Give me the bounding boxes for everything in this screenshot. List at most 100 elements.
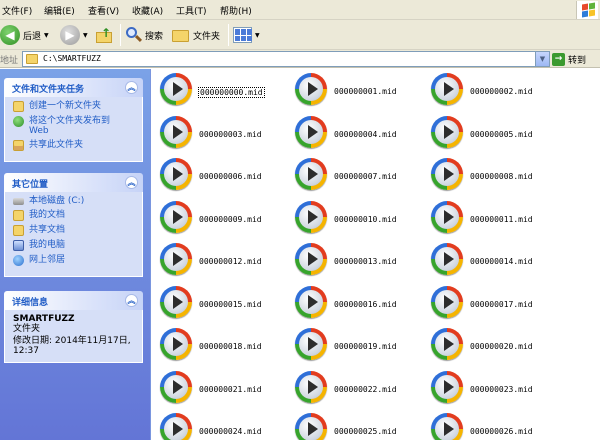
file-name: 000000012.mid	[199, 257, 262, 266]
back-arrow-icon: ◀	[0, 25, 20, 45]
back-button[interactable]: ◀ 后退 ▼	[0, 23, 49, 47]
search-button[interactable]: 搜索	[124, 23, 163, 47]
file-item[interactable]: 000000000.mid	[160, 73, 295, 109]
media-player-file-icon	[295, 73, 327, 105]
file-name: 000000005.mid	[470, 129, 533, 139]
file-item[interactable]: 000000014.mid	[431, 243, 566, 279]
file-item[interactable]: 000000019.mid	[295, 328, 430, 364]
media-player-file-icon	[160, 200, 192, 233]
task-share-folder[interactable]: 共享此文件夹	[13, 140, 136, 151]
collapse-chevron-icon[interactable]: ︽	[125, 294, 138, 307]
file-item[interactable]: 000000017.mid	[431, 285, 566, 322]
place-my-computer[interactable]: 我的电脑	[13, 240, 136, 251]
media-player-file-icon	[295, 370, 327, 403]
up-folder-icon: ↑	[96, 27, 114, 43]
folders-button[interactable]: 文件夹	[172, 23, 220, 47]
file-folder-tasks-panel: 文件和文件夹任务 ︽ 创建一个新文件夹 将这个文件夹发布到 Web 共享此文件夹	[4, 78, 143, 162]
file-item[interactable]: 000000025.mid	[295, 413, 430, 440]
file-item[interactable]: 000000008.mid	[431, 158, 566, 194]
share-folder-icon	[13, 140, 24, 151]
file-name: 000000004.mid	[334, 129, 397, 139]
go-button[interactable]: → 转到	[552, 51, 586, 67]
place-my-documents[interactable]: 我的文档	[13, 210, 136, 221]
file-item[interactable]: 000000002.mid	[431, 73, 566, 109]
collapse-chevron-icon[interactable]: ︽	[125, 176, 138, 189]
file-item[interactable]: 000000021.mid	[160, 370, 295, 407]
media-player-file-icon	[431, 413, 463, 440]
address-dropdown-icon[interactable]: ▼	[535, 52, 549, 66]
forward-button[interactable]: ▶ ▼	[60, 23, 88, 47]
up-folder-button[interactable]: ↑	[96, 23, 114, 47]
toolbar-separator	[228, 24, 229, 46]
media-player-file-icon	[431, 115, 463, 148]
menu-view[interactable]: 查看(V)	[88, 4, 119, 17]
menu-tools[interactable]: 工具(T)	[176, 4, 207, 17]
local-disk-icon	[13, 198, 24, 205]
views-button[interactable]: ▼	[233, 23, 260, 47]
address-input[interactable]: C:\SMARTFUZZ ▼	[22, 51, 550, 67]
file-item[interactable]: 000000011.mid	[431, 200, 566, 237]
file-item[interactable]: 000000010.mid	[295, 200, 430, 237]
media-player-file-icon	[160, 370, 192, 403]
file-item[interactable]: 000000022.mid	[295, 370, 430, 407]
file-item[interactable]: 000000018.mid	[160, 328, 295, 364]
panel-header[interactable]: 文件和文件夹任务 ︽	[4, 78, 143, 97]
panel-body: 创建一个新文件夹 将这个文件夹发布到 Web 共享此文件夹	[4, 97, 143, 162]
file-item[interactable]: 000000024.mid	[160, 413, 295, 440]
place-local-disk[interactable]: 本地磁盘 (C:)	[13, 196, 136, 206]
file-item[interactable]: 000000015.mid	[160, 285, 295, 322]
file-item[interactable]: 000000013.mid	[295, 243, 430, 279]
media-player-file-icon	[431, 285, 463, 318]
file-item[interactable]: 000000001.mid	[295, 73, 430, 109]
collapse-chevron-icon[interactable]: ︽	[125, 81, 138, 94]
file-list-area[interactable]: 000000000.mid 000000001.mid 000000002.mid 0…	[150, 69, 600, 440]
task-new-folder[interactable]: 创建一个新文件夹	[13, 101, 136, 112]
place-shared-documents[interactable]: 共享文档	[13, 225, 136, 236]
panel-header[interactable]: 其它位置 ︽	[4, 173, 143, 192]
file-item[interactable]: 000000016.mid	[295, 285, 430, 322]
toolbar-separator	[120, 24, 121, 46]
place-network[interactable]: 网上邻居	[13, 255, 136, 266]
file-item[interactable]: 000000007.mid	[295, 158, 430, 194]
panel-body: 本地磁盘 (C:) 我的文档 共享文档 我的电脑 网上邻居	[4, 192, 143, 277]
media-player-file-icon	[160, 243, 192, 275]
file-item[interactable]: 000000003.mid	[160, 115, 295, 152]
panel-body: SMARTFUZZ 文件夹 修改日期: 2014年11月17日, 12:37	[4, 310, 143, 363]
media-player-file-icon	[295, 413, 327, 440]
file-name: 000000026.mid	[470, 427, 533, 436]
file-item[interactable]: 000000006.mid	[160, 158, 295, 194]
folders-label: 文件夹	[193, 31, 221, 42]
my-computer-icon	[13, 240, 24, 251]
file-item[interactable]: 000000009.mid	[160, 200, 295, 237]
media-player-file-icon	[295, 328, 327, 360]
views-dropdown-icon[interactable]: ▼	[255, 32, 260, 39]
media-player-file-icon	[431, 200, 463, 233]
publish-web-icon	[13, 116, 24, 127]
media-player-file-icon	[431, 370, 463, 403]
menu-help[interactable]: 帮助(H)	[220, 4, 252, 17]
media-player-file-icon	[295, 200, 327, 233]
file-item[interactable]: 000000005.mid	[431, 115, 566, 152]
file-item[interactable]: 000000004.mid	[295, 115, 430, 152]
panel-title: 详细信息	[12, 298, 49, 308]
place-label: 网上邻居	[29, 255, 66, 265]
menu-edit[interactable]: 编辑(E)	[44, 4, 75, 17]
file-item[interactable]: 000000012.mid	[160, 243, 295, 279]
file-item[interactable]: 000000023.mid	[431, 370, 566, 407]
views-icon	[233, 27, 252, 43]
media-player-file-icon	[295, 158, 327, 190]
media-player-file-icon	[160, 158, 192, 190]
other-places-panel: 其它位置 ︽ 本地磁盘 (C:) 我的文档 共享文档 我的电脑 网上邻居	[4, 173, 143, 277]
file-item[interactable]: 000000026.mid	[431, 413, 566, 440]
forward-dropdown-icon[interactable]: ▼	[83, 32, 88, 39]
shared-documents-icon	[13, 225, 24, 236]
media-player-file-icon	[160, 73, 192, 105]
menu-favorites[interactable]: 收藏(A)	[132, 4, 163, 17]
task-publish-web[interactable]: 将这个文件夹发布到 Web	[13, 116, 136, 136]
file-name: 000000016.mid	[334, 299, 397, 309]
back-dropdown-icon[interactable]: ▼	[44, 32, 49, 39]
file-item[interactable]: 000000020.mid	[431, 328, 566, 364]
menu-file[interactable]: 文件(F)	[2, 4, 32, 17]
folders-icon	[172, 27, 190, 43]
panel-header[interactable]: 详细信息 ︽	[4, 291, 143, 310]
